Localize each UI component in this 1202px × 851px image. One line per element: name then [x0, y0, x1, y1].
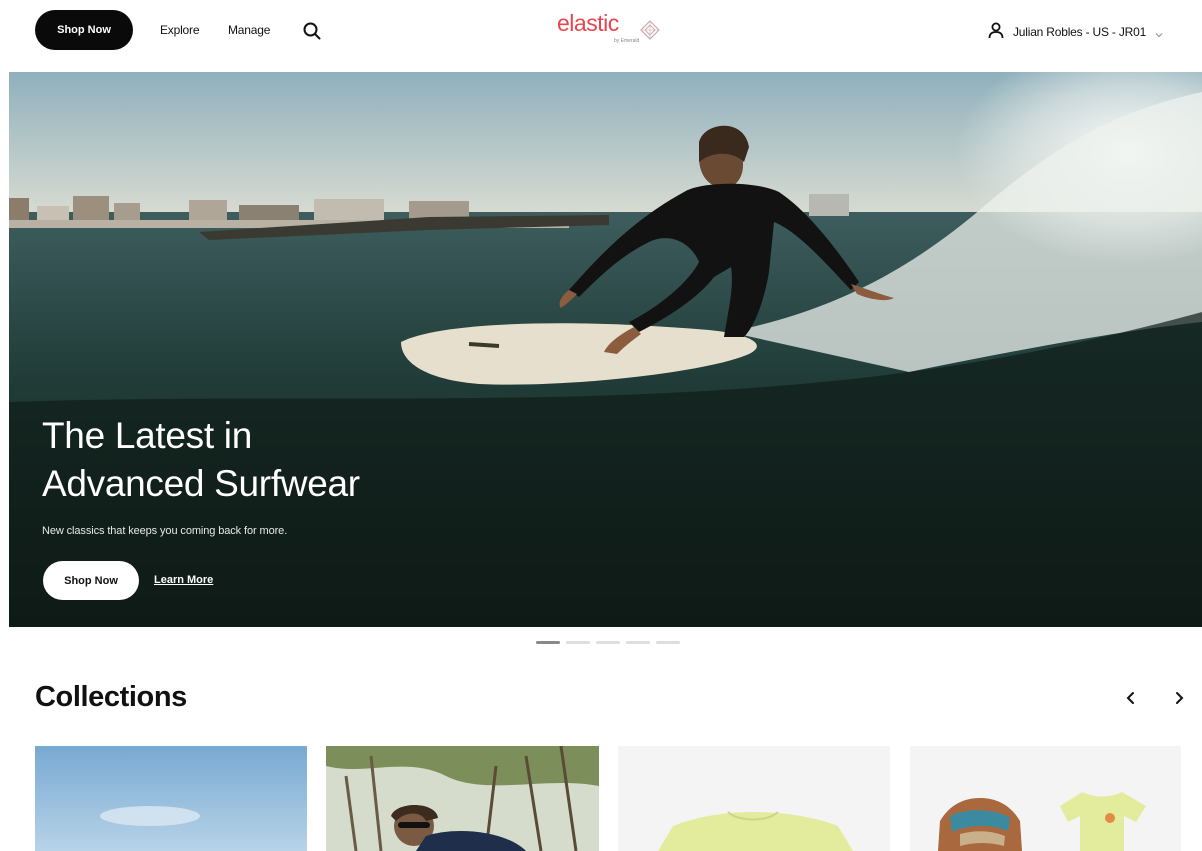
- collection-card[interactable]: [618, 746, 890, 851]
- hero-surfer-image: [9, 72, 1202, 627]
- nav-explore-link[interactable]: Explore: [160, 23, 199, 37]
- collection-card[interactable]: [910, 746, 1181, 851]
- collection-image: [618, 746, 890, 851]
- hero-title: The Latest in Advanced Surfwear: [42, 415, 360, 504]
- shop-now-nav-button[interactable]: Shop Now: [35, 10, 133, 50]
- brand-logo[interactable]: elastic by Emerald: [557, 10, 667, 48]
- carousel-dot[interactable]: [596, 641, 620, 644]
- collections-heading: Collections: [35, 681, 187, 713]
- user-icon: [987, 21, 1005, 44]
- collection-card[interactable]: [35, 746, 307, 851]
- hero-shop-now-button[interactable]: Shop Now: [43, 561, 139, 600]
- account-name: Julian Robles - US - JR01: [1013, 25, 1147, 39]
- account-menu[interactable]: Julian Robles - US - JR01: [987, 21, 1164, 43]
- logo-subtitle: by Emerald: [614, 38, 640, 44]
- collection-image: [910, 746, 1181, 851]
- search-icon[interactable]: [302, 21, 322, 41]
- hero-subtitle: New classics that keeps you coming back …: [42, 525, 288, 537]
- carousel-dot[interactable]: [656, 641, 680, 644]
- carousel-dot[interactable]: [626, 641, 650, 644]
- collection-card[interactable]: [326, 746, 599, 851]
- chevron-right-icon[interactable]: [1172, 689, 1186, 707]
- carousel-indicators: [536, 641, 686, 645]
- chevron-left-icon[interactable]: [1124, 689, 1138, 707]
- collection-image: [326, 746, 599, 851]
- hero-learn-more-link[interactable]: Learn More: [154, 574, 213, 586]
- carousel-dot[interactable]: [566, 641, 590, 644]
- site-header: Shop Now Explore Manage elastic by Emera…: [0, 0, 1202, 72]
- carousel-dot[interactable]: [536, 641, 560, 644]
- nav-manage-link[interactable]: Manage: [228, 23, 270, 37]
- hero-banner: The Latest in Advanced Surfwear New class…: [9, 72, 1202, 627]
- chevron-down-icon: [1154, 27, 1164, 38]
- logo-wordmark: elastic: [557, 10, 619, 36]
- logo-mark-icon: [640, 20, 660, 40]
- collection-image: [35, 746, 307, 851]
